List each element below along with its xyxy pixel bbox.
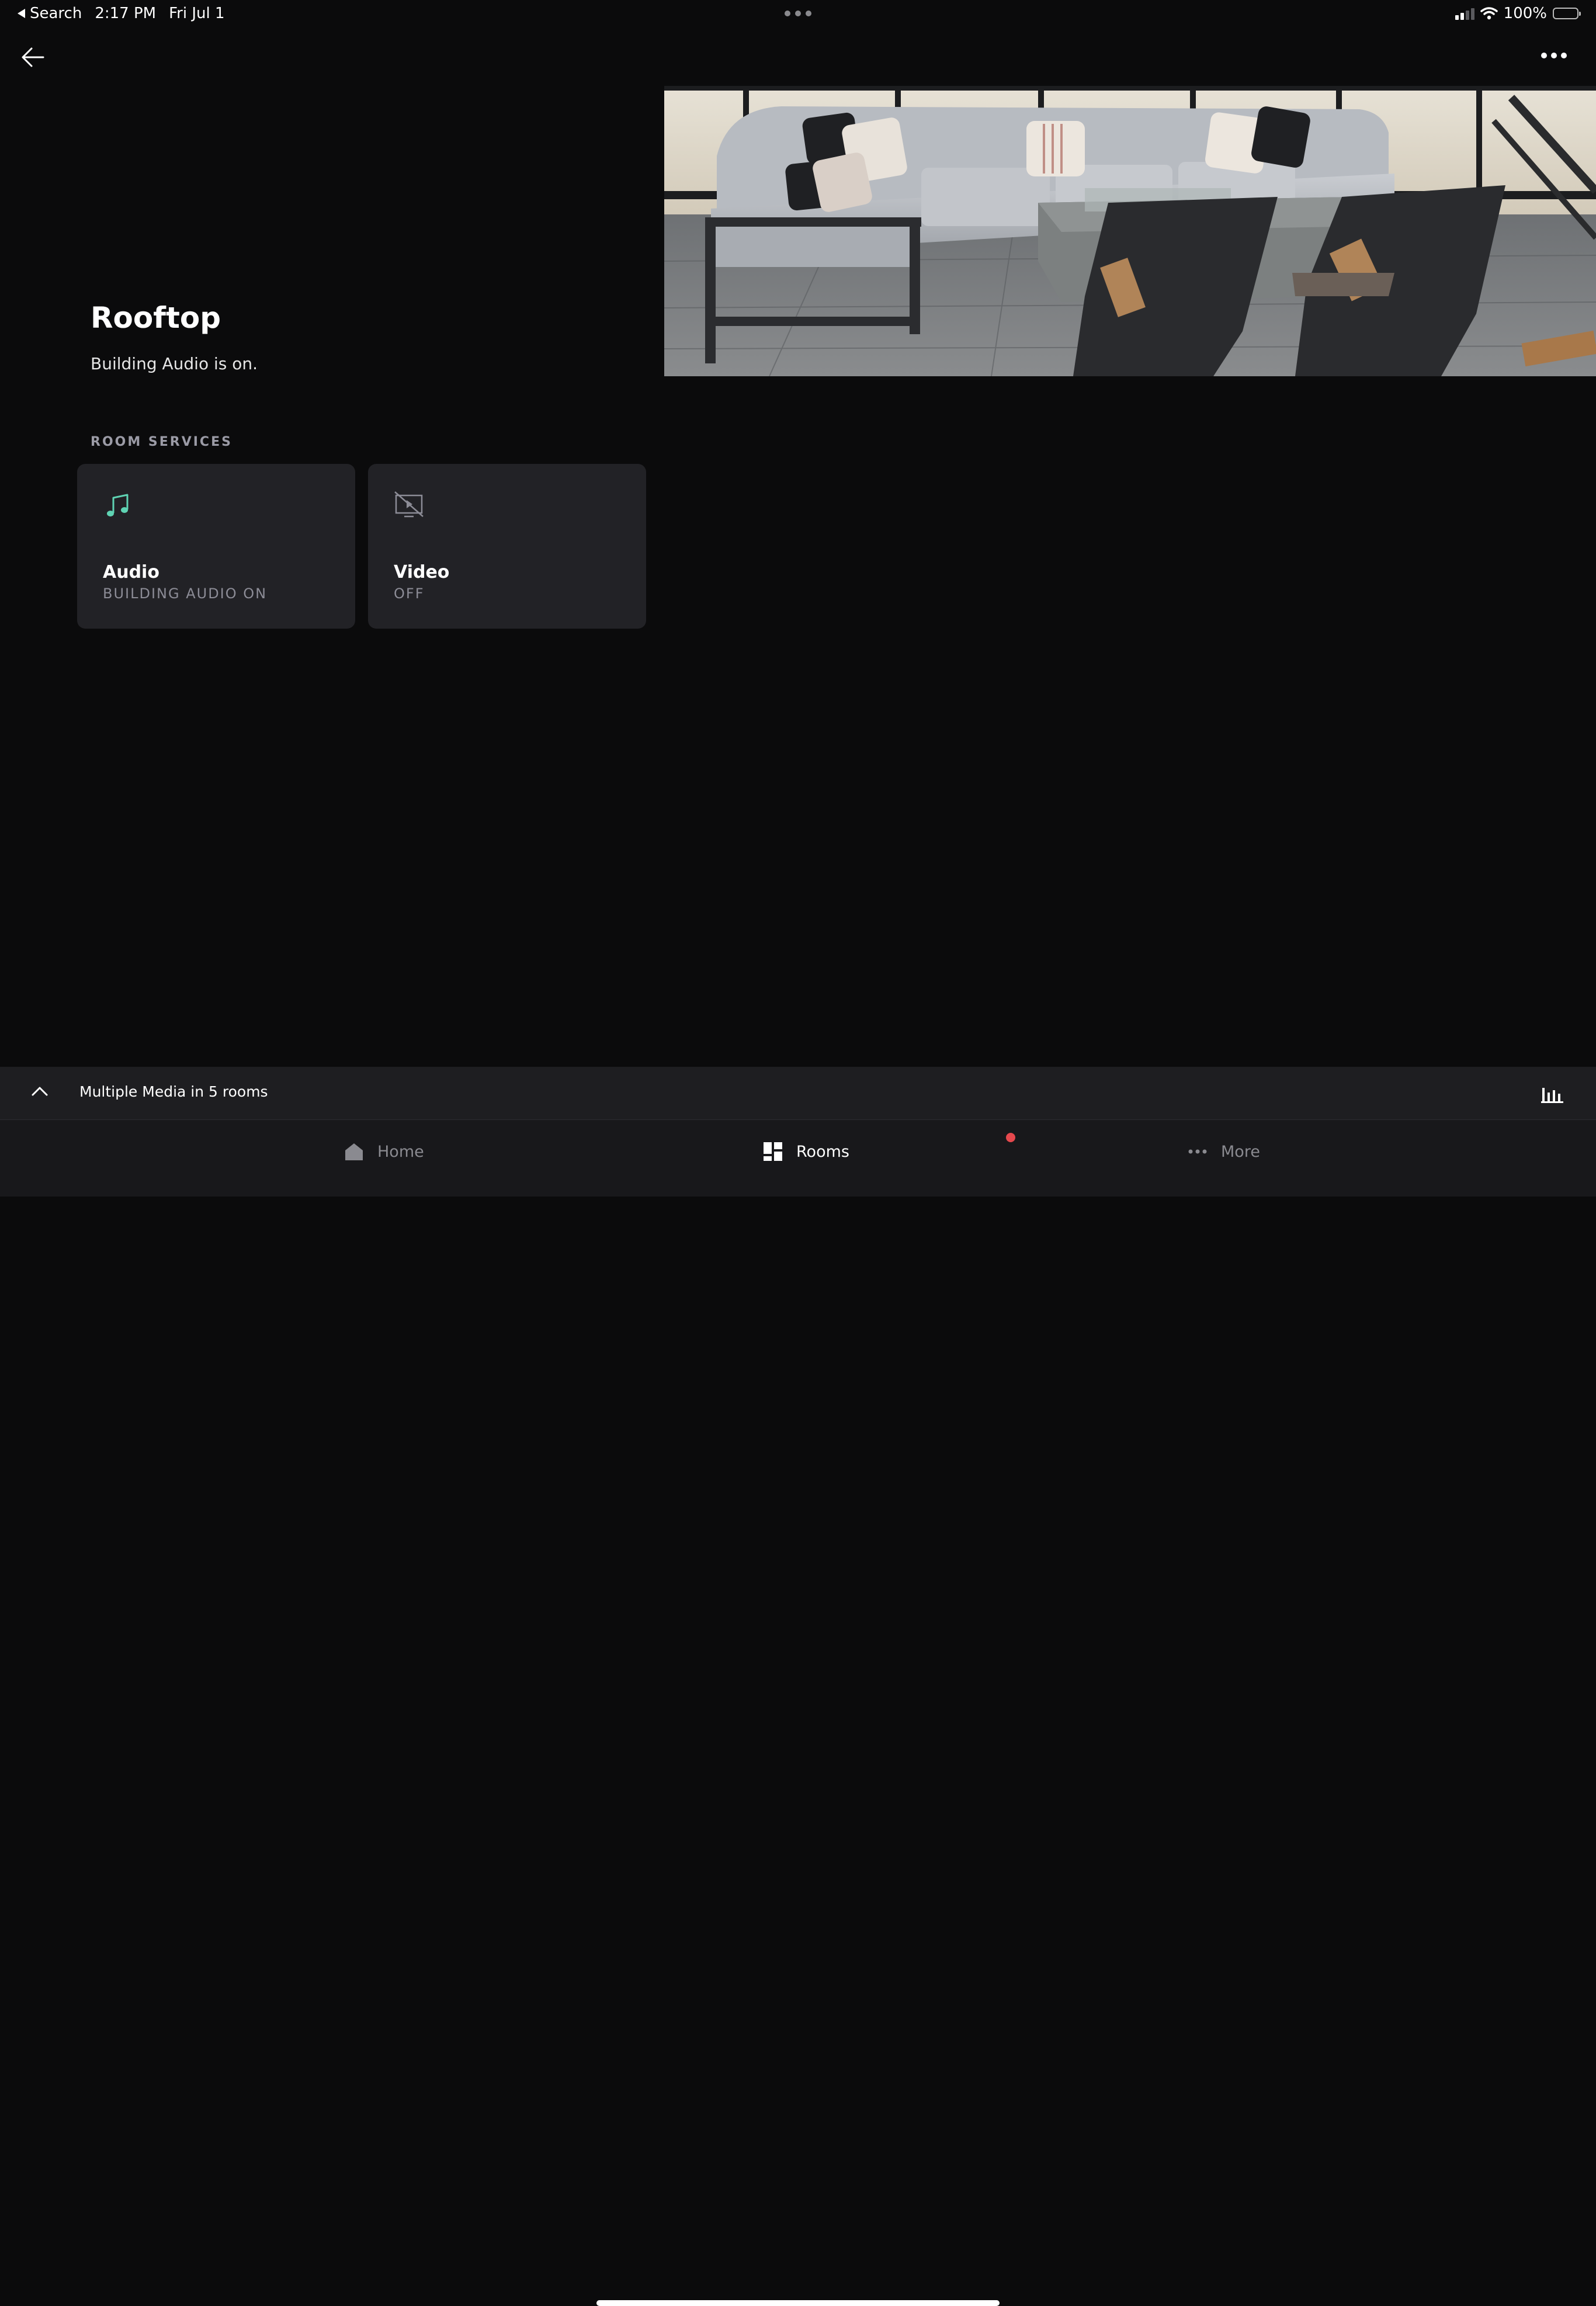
room-photo [664, 86, 1596, 376]
video-service-card[interactable]: Video OFF [368, 464, 646, 629]
audio-card-status: BUILDING AUDIO ON [103, 585, 268, 602]
now-playing-bar[interactable]: Multiple Media in 5 rooms [0, 1067, 1596, 1120]
video-card-title: Video [394, 562, 450, 582]
battery-icon [1553, 8, 1581, 19]
rooms-grid-icon [764, 1142, 782, 1161]
now-playing-text: Multiple Media in 5 rooms [79, 1083, 268, 1100]
audio-service-card[interactable]: Audio BUILDING AUDIO ON [77, 464, 355, 629]
back-to-search-link[interactable]: Search [18, 5, 82, 22]
status-bar-right: 100% [1455, 5, 1581, 22]
video-card-status: OFF [394, 585, 425, 602]
battery-percent: 100% [1503, 5, 1547, 22]
status-date: Fri Jul 1 [169, 5, 225, 22]
chevron-up-icon[interactable] [30, 1084, 49, 1098]
status-bar-left: Search 2:17 PM Fri Jul 1 [18, 5, 225, 22]
status-time: 2:17 PM [95, 5, 157, 22]
multitasking-dots-icon[interactable] [785, 11, 811, 16]
wifi-icon [1480, 7, 1498, 20]
tab-more-label: More [1221, 1142, 1260, 1161]
tab-home-label: Home [377, 1142, 424, 1161]
tab-rooms-label: Rooms [796, 1142, 849, 1161]
home-indicator[interactable] [596, 2300, 1000, 2306]
equalizer-icon[interactable] [1541, 1084, 1563, 1103]
video-off-icon [394, 491, 424, 518]
tab-home[interactable]: Home [344, 1141, 424, 1162]
back-arrow-icon[interactable] [20, 46, 46, 69]
back-triangle-icon [18, 9, 25, 18]
tab-bar: Home Rooms More [0, 1120, 1596, 2306]
page-title: Rooftop [91, 301, 221, 335]
back-to-search-label: Search [30, 5, 82, 22]
cellular-signal-icon [1455, 7, 1474, 20]
notification-badge [1006, 1133, 1015, 1142]
more-dots-icon [1188, 1149, 1207, 1154]
audio-card-title: Audio [103, 562, 159, 582]
tab-more[interactable]: More [1187, 1141, 1260, 1162]
more-options-icon[interactable] [1541, 53, 1567, 58]
tab-rooms[interactable]: Rooms [762, 1141, 849, 1162]
section-heading-room-services: ROOM SERVICES [91, 435, 233, 449]
home-icon [345, 1143, 363, 1160]
status-bar: Search 2:17 PM Fri Jul 1 100% [0, 0, 1596, 28]
room-status-text: Building Audio is on. [91, 354, 258, 373]
music-note-icon [107, 494, 129, 516]
